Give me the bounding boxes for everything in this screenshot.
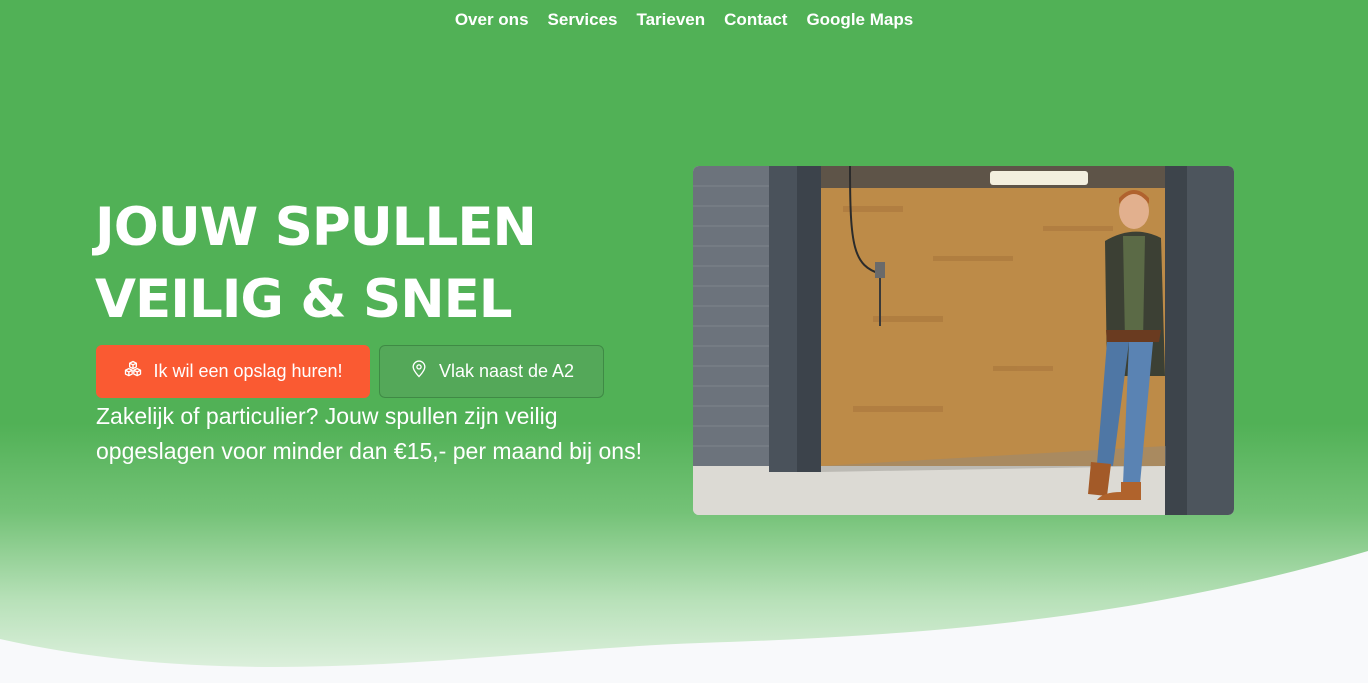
main-nav: Over ons Services Tarieven Contact Googl… (0, 8, 1368, 32)
boxes-icon (123, 359, 143, 384)
hero-photo (693, 166, 1234, 515)
map-pin-icon (409, 359, 429, 384)
hero-lead-text: Zakelijk of particulier? Jouw spullen zi… (96, 403, 642, 464)
nav-contact[interactable]: Contact (715, 8, 797, 32)
hero-title-line-2: VEILIG & SNEL (95, 269, 513, 330)
nav-over-ons[interactable]: Over ons (445, 8, 538, 32)
hero-title-line-1: JOUW SPULLEN (95, 197, 537, 258)
bottom-wave (0, 551, 1368, 683)
hero-section: Over ons Services Tarieven Contact Googl… (0, 0, 1368, 683)
rent-storage-button[interactable]: Ik wil een opslag huren! (96, 345, 370, 398)
nav-tarieven[interactable]: Tarieven (627, 8, 715, 32)
location-button-label: Vlak naast de A2 (438, 361, 575, 381)
hero-title: JOUW SPULLEN VEILIG & SNEL (95, 192, 537, 336)
rent-storage-button-label: Ik wil een opslag huren! (153, 361, 343, 381)
location-button[interactable]: Vlak naast de A2 (379, 345, 604, 398)
nav-services[interactable]: Services (538, 8, 627, 32)
nav-google-maps[interactable]: Google Maps (797, 8, 923, 32)
